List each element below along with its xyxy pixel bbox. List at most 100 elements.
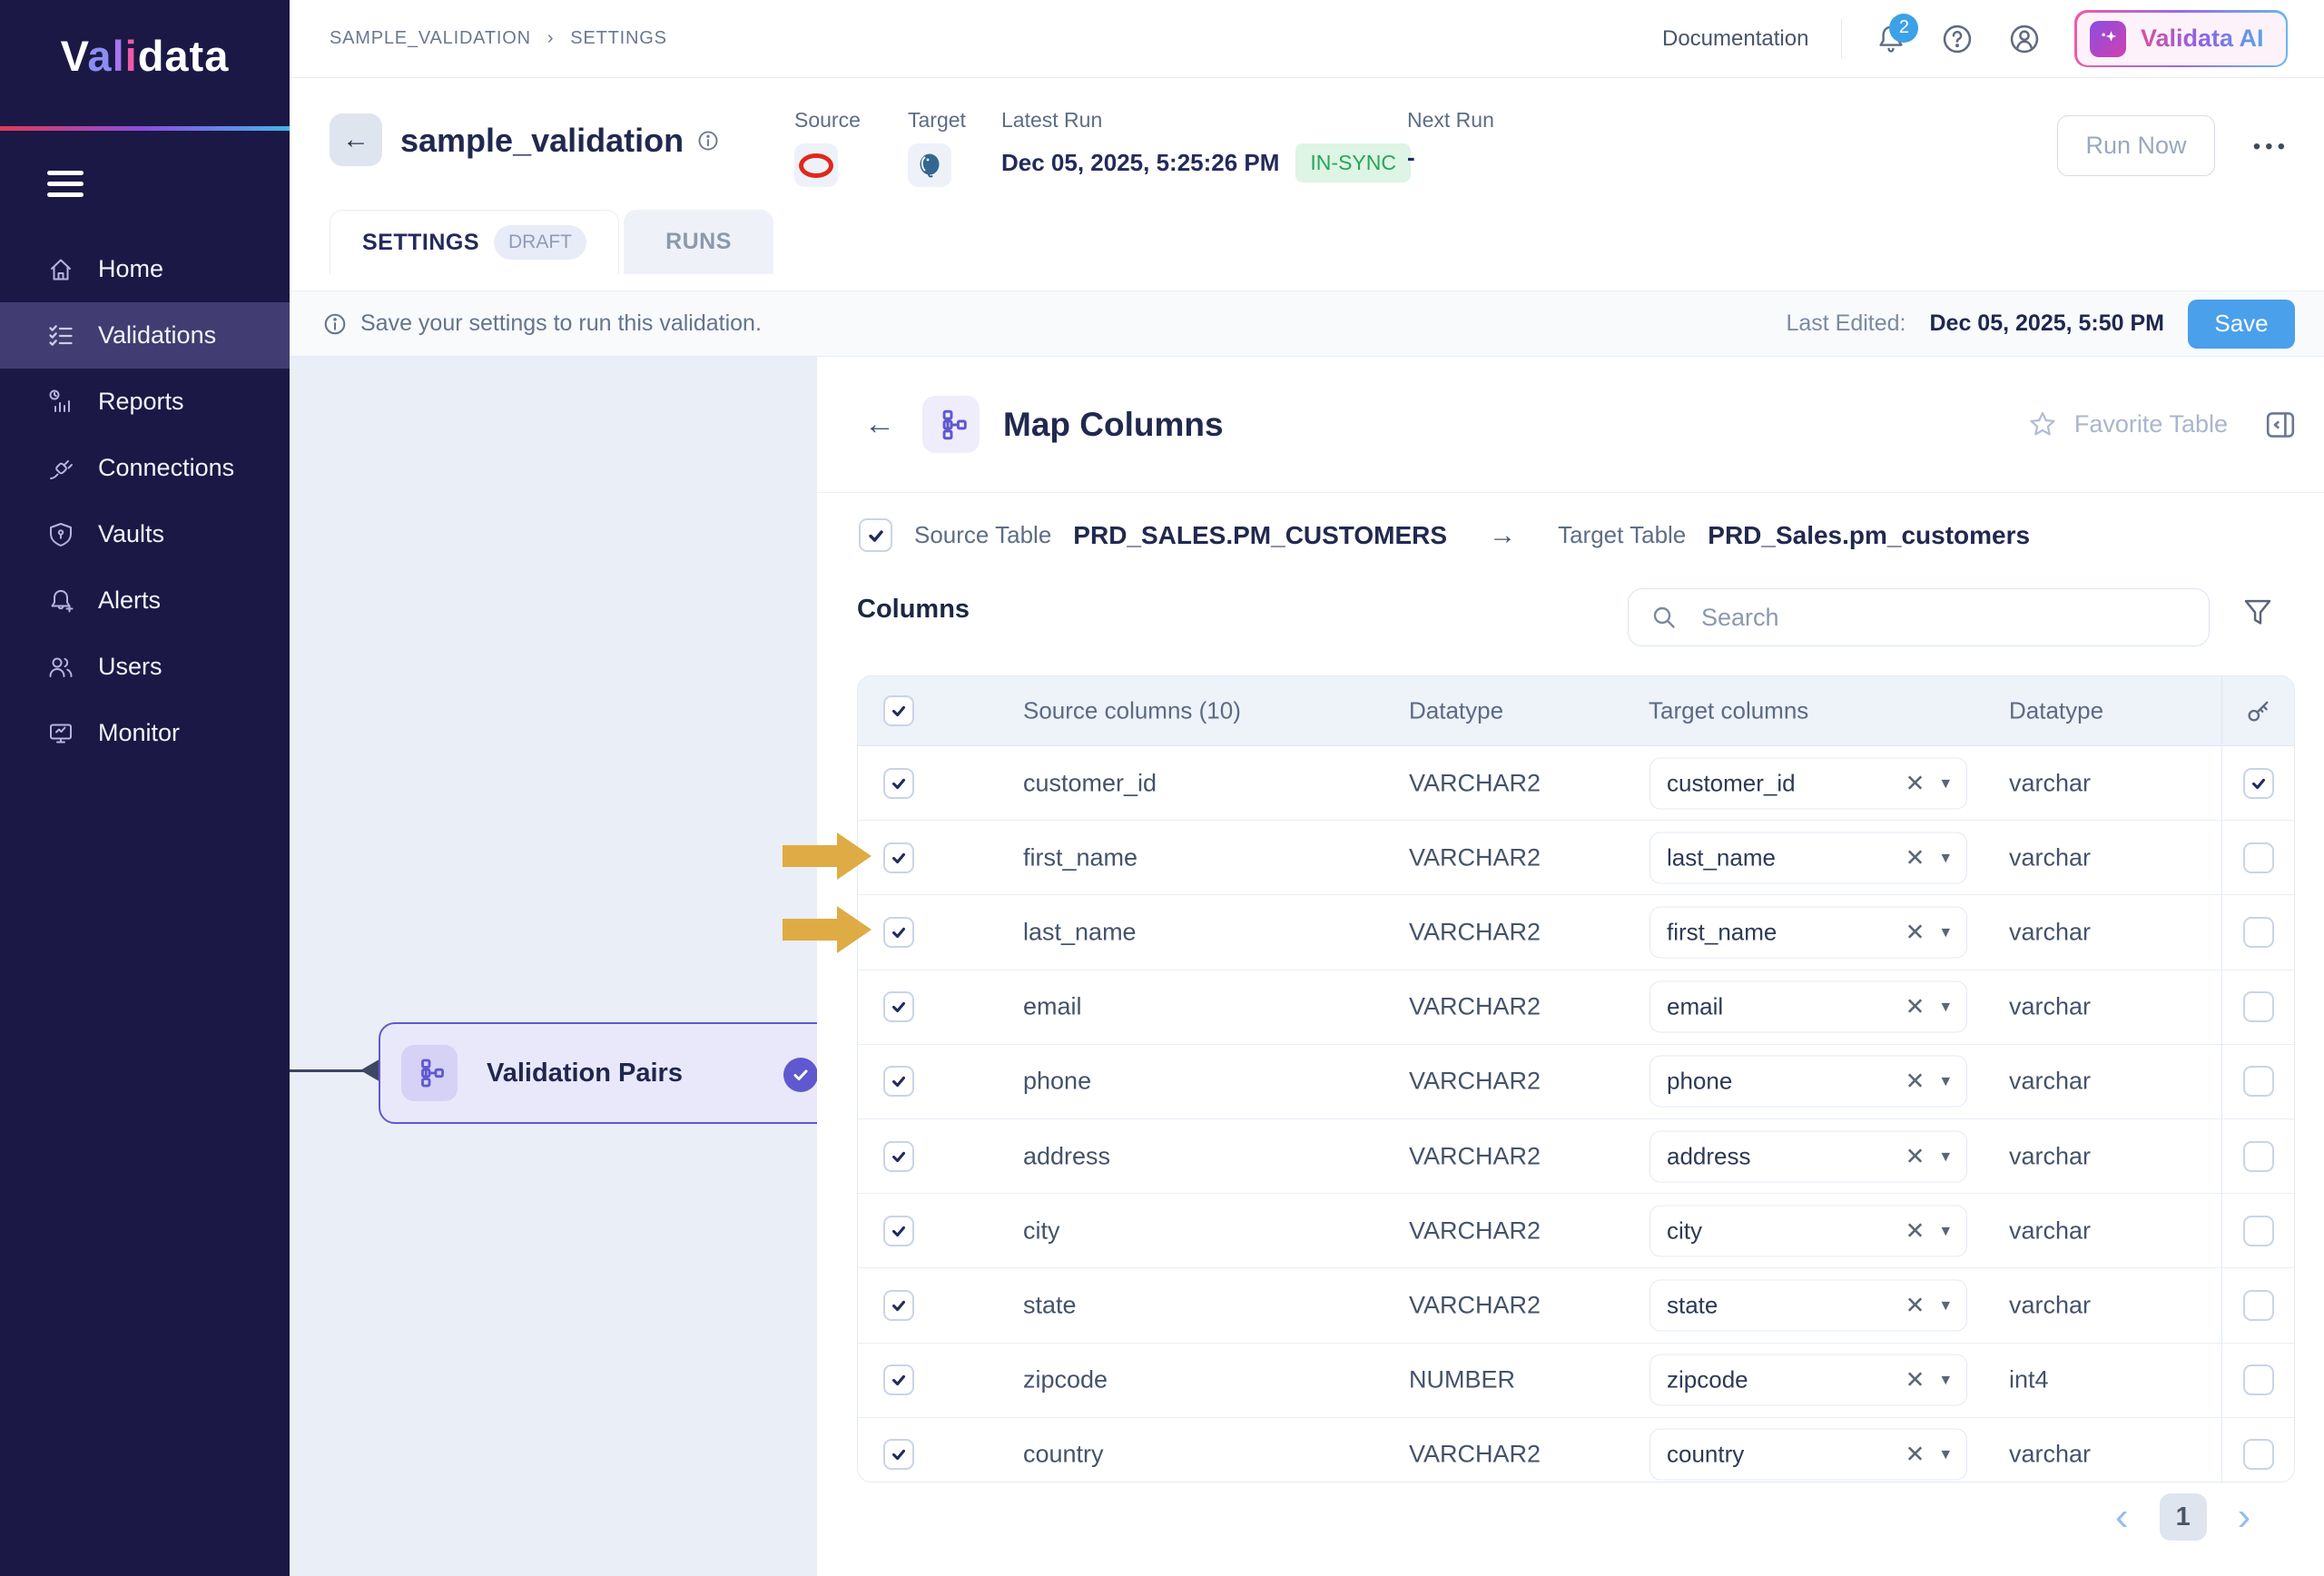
key-column-checkbox[interactable] bbox=[2243, 917, 2274, 948]
row-select-checkbox[interactable] bbox=[883, 991, 914, 1022]
sidebar-item-users[interactable]: Users bbox=[0, 634, 290, 700]
key-column-checkbox[interactable] bbox=[2243, 1141, 2274, 1172]
target-column-select[interactable]: first_name✕▾ bbox=[1649, 906, 1967, 958]
run-now-button[interactable]: Run Now bbox=[2057, 115, 2215, 176]
key-column-checkbox[interactable] bbox=[2243, 991, 2274, 1022]
row-select-checkbox[interactable] bbox=[883, 1439, 914, 1470]
target-column-select[interactable]: country✕ ▾ bbox=[1649, 1429, 1967, 1481]
columns-heading: Columns bbox=[857, 595, 970, 625]
collapse-panel-icon[interactable] bbox=[2264, 409, 2297, 441]
key-column-checkbox[interactable] bbox=[2243, 768, 2274, 799]
tab-runs[interactable]: RUNS bbox=[624, 210, 773, 274]
clear-icon[interactable]: ✕ bbox=[1905, 918, 1925, 946]
target-column-select[interactable]: state✕ ▾ bbox=[1649, 1279, 1967, 1331]
pair-select-checkbox[interactable] bbox=[859, 518, 892, 552]
favorite-star-icon[interactable] bbox=[2027, 409, 2058, 440]
source-datatype: VARCHAR2 bbox=[1409, 918, 1541, 946]
tab-settings[interactable]: SETTINGS DRAFT bbox=[330, 210, 619, 274]
caret-down-icon[interactable]: ▾ bbox=[1941, 1295, 1950, 1315]
target-column-select[interactable]: city✕▾ bbox=[1649, 1205, 1967, 1256]
sidebar-item-home[interactable]: Home bbox=[0, 236, 290, 302]
help-icon[interactable] bbox=[1940, 22, 1974, 56]
search-input[interactable] bbox=[1699, 603, 2187, 633]
columns-search[interactable] bbox=[1628, 588, 2210, 646]
sidebar-item-monitor[interactable]: Monitor bbox=[0, 700, 290, 766]
panel-back-button[interactable]: ← bbox=[864, 407, 895, 442]
key-column-checkbox[interactable] bbox=[2243, 1364, 2274, 1395]
next-page-icon[interactable]: › bbox=[2238, 1497, 2251, 1537]
caret-down-icon[interactable]: ▾ bbox=[1941, 773, 1950, 793]
prev-page-icon[interactable]: ‹ bbox=[2115, 1497, 2129, 1537]
target-column-value: state bbox=[1667, 1291, 1905, 1319]
caret-down-icon[interactable]: ▾ bbox=[1941, 1370, 1950, 1391]
documentation-link[interactable]: Documentation bbox=[1662, 26, 1808, 52]
clear-icon[interactable]: ✕ bbox=[1905, 769, 1925, 797]
next-run-value: - bbox=[1407, 143, 1415, 172]
row-select-checkbox[interactable] bbox=[883, 1216, 914, 1246]
oracle-source-icon[interactable] bbox=[794, 143, 838, 187]
row-select-checkbox[interactable] bbox=[883, 1066, 914, 1097]
validata-ai-button[interactable]: Validata AI bbox=[2074, 10, 2288, 67]
target-column-select[interactable]: address✕▾ bbox=[1649, 1130, 1967, 1182]
page-number[interactable]: 1 bbox=[2160, 1493, 2207, 1541]
breadcrumb-item[interactable]: SETTINGS bbox=[570, 28, 666, 49]
clear-icon[interactable]: ✕ bbox=[1905, 993, 1925, 1021]
key-column-checkbox[interactable] bbox=[2243, 842, 2274, 873]
row-select-checkbox[interactable] bbox=[883, 1290, 914, 1321]
key-column-checkbox[interactable] bbox=[2243, 1066, 2274, 1097]
caret-down-icon[interactable]: ▾ bbox=[1941, 1146, 1950, 1167]
clear-icon[interactable]: ✕ bbox=[1905, 1441, 1925, 1469]
row-select-checkbox[interactable] bbox=[883, 1364, 914, 1395]
clear-icon[interactable]: ✕ bbox=[1905, 1366, 1925, 1394]
last-edited-value: Dec 05, 2025, 5:50 PM bbox=[1930, 310, 2165, 337]
clear-icon[interactable]: ✕ bbox=[1905, 1142, 1925, 1170]
favorite-table-label[interactable]: Favorite Table bbox=[2074, 410, 2228, 438]
table-row: stateVARCHAR2state✕▾varchar bbox=[858, 1268, 2294, 1343]
target-column-select[interactable]: zipcode✕▾ bbox=[1649, 1354, 1967, 1406]
more-options-button[interactable]: ••• bbox=[2253, 134, 2290, 160]
clear-icon[interactable]: ✕ bbox=[1905, 1068, 1925, 1096]
target-column-select[interactable]: last_name✕▾ bbox=[1649, 832, 1967, 883]
key-column-checkbox[interactable] bbox=[2243, 1439, 2274, 1470]
hamburger-menu-icon[interactable] bbox=[47, 171, 84, 197]
caret-down-icon[interactable]: ▾ bbox=[1941, 1071, 1950, 1092]
clear-icon[interactable]: ✕ bbox=[1905, 1291, 1925, 1319]
caret-down-icon[interactable]: ▾ bbox=[1941, 847, 1950, 868]
back-button[interactable]: ← bbox=[330, 113, 382, 166]
info-icon[interactable] bbox=[696, 129, 720, 153]
postgres-target-icon[interactable] bbox=[908, 143, 951, 187]
row-select-checkbox[interactable] bbox=[883, 842, 914, 873]
select-all-checkbox[interactable] bbox=[883, 695, 914, 726]
header-target-datatype: Datatype bbox=[2009, 697, 2103, 725]
notice-message: Save your settings to run this validatio… bbox=[360, 310, 762, 337]
row-select-checkbox[interactable] bbox=[883, 917, 914, 948]
target-column-select[interactable]: email✕ ▾ bbox=[1649, 981, 1967, 1033]
notifications-bell-icon[interactable]: 2 bbox=[1875, 23, 1907, 55]
breadcrumb[interactable]: SAMPLE_VALIDATION › SETTINGS bbox=[330, 28, 667, 49]
target-column-value: country bbox=[1667, 1441, 1905, 1469]
breadcrumb-item[interactable]: SAMPLE_VALIDATION bbox=[330, 28, 531, 49]
clear-icon[interactable]: ✕ bbox=[1905, 843, 1925, 872]
table-row: zipcodeNUMBERzipcode✕▾int4 bbox=[858, 1344, 2294, 1418]
target-column-select[interactable]: phone✕▾ bbox=[1649, 1056, 1967, 1108]
validation-pairs-node[interactable]: Validation Pairs bbox=[379, 1022, 817, 1124]
sidebar-item-alerts[interactable]: Alerts bbox=[0, 567, 290, 634]
caret-down-icon[interactable]: ▾ bbox=[1941, 1220, 1950, 1241]
key-column-checkbox[interactable] bbox=[2243, 1216, 2274, 1246]
sidebar-item-vaults[interactable]: Vaults bbox=[0, 501, 290, 567]
target-column-value: email bbox=[1667, 993, 1905, 1021]
key-column-checkbox[interactable] bbox=[2243, 1290, 2274, 1321]
target-column-select[interactable]: customer_id✕▾ bbox=[1649, 757, 1967, 809]
clear-icon[interactable]: ✕ bbox=[1905, 1216, 1925, 1245]
sidebar-item-connections[interactable]: Connections bbox=[0, 435, 290, 501]
caret-down-icon[interactable]: ▾ bbox=[1941, 1444, 1950, 1465]
user-account-icon[interactable] bbox=[2007, 22, 2042, 56]
row-select-checkbox[interactable] bbox=[883, 768, 914, 799]
row-select-checkbox[interactable] bbox=[883, 1141, 914, 1172]
filter-icon[interactable] bbox=[2240, 595, 2275, 629]
caret-down-icon[interactable]: ▾ bbox=[1941, 921, 1950, 942]
sidebar-item-reports[interactable]: Reports bbox=[0, 369, 290, 435]
save-button[interactable]: Save bbox=[2188, 300, 2295, 349]
sidebar-item-validations[interactable]: Validations bbox=[0, 302, 290, 369]
caret-down-icon[interactable]: ▾ bbox=[1941, 997, 1950, 1018]
